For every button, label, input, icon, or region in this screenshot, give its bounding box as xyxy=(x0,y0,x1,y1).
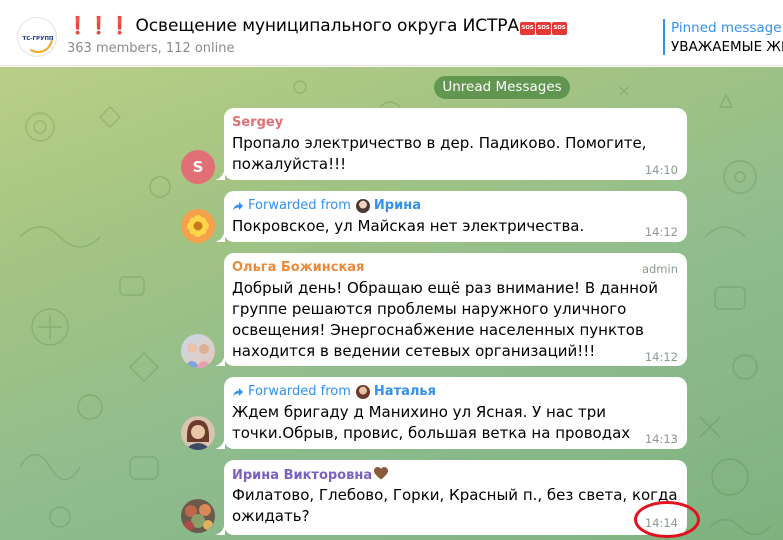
message-bubble[interactable]: Sergey Пропало электричество в дер. Пади… xyxy=(224,108,687,180)
message-bubble-forwarded[interactable]: Forwarded from Ирина Покровское, ул Майс… xyxy=(224,191,687,242)
message-text-line: Ждем бригаду д Манихино ул Ясная. У нас … xyxy=(232,403,607,421)
sender-avatar-irina-viktorovna[interactable] xyxy=(181,499,215,533)
message-bubble[interactable]: Ольга Божинская admin Добрый день! Обращ… xyxy=(224,253,687,366)
message-time: 14:12 xyxy=(644,225,678,239)
message-time: 14:12 xyxy=(644,350,678,364)
group-title-text: Освещение муниципального округа ИСТРА xyxy=(135,16,520,36)
message-text-line: группе решаются проблемы наружного уличн… xyxy=(232,300,627,318)
message-text-line: Филатово, Глебово, Горки, Красный п., бе… xyxy=(232,486,678,504)
exclamation-icons: ❗❗❗ xyxy=(67,16,131,36)
message-text-line: Добрый день! Обращаю ещё раз внимание! В… xyxy=(232,279,658,297)
avatar-letter: S xyxy=(192,158,204,176)
logo-text: ТС-ГРУПП xyxy=(22,36,53,42)
forwarded-label: Forwarded from xyxy=(248,384,351,399)
message-bubble-forwarded[interactable]: Forwarded from Наталья Ждем бригаду д Ма… xyxy=(224,377,687,449)
sender-avatar[interactable] xyxy=(181,416,215,450)
group-avatar[interactable]: ТС-ГРУПП xyxy=(17,17,57,57)
user-photo-icon xyxy=(184,504,213,531)
message-time: 14:13 xyxy=(644,432,678,446)
sender-name[interactable]: Ирина Викторовна xyxy=(232,467,389,483)
forward-arrow-icon xyxy=(233,387,243,397)
group-member-count: 363 members, 112 online xyxy=(67,41,235,56)
bubble-tail xyxy=(215,523,225,535)
bubble-tail xyxy=(215,354,225,366)
sender-name-text: Ирина Викторовна xyxy=(232,468,373,483)
message-bubble[interactable]: Ирина Викторовна Филатово, Глебово, Горк… xyxy=(224,460,687,535)
forwarded-user-name[interactable]: Наталья xyxy=(374,384,436,399)
sender-avatar[interactable] xyxy=(181,209,215,243)
group-title[interactable]: ❗❗❗ Освещение муниципального округа ИСТР… xyxy=(67,16,567,36)
sos-icon: SOS xyxy=(535,22,551,35)
forward-arrow-icon xyxy=(233,201,243,211)
message-time: 14:10 xyxy=(644,163,678,177)
message-text-line: освещения! Энергоснабжение населенных пу… xyxy=(232,321,644,339)
user-photo-icon xyxy=(185,420,211,450)
sender-avatar-olga[interactable] xyxy=(181,334,215,368)
forwarded-header[interactable]: Forwarded from Наталья xyxy=(232,384,436,399)
user-photo-icon xyxy=(184,343,212,368)
message-text-line: ожидать? xyxy=(232,507,310,525)
sender-avatar-sergey[interactable]: S xyxy=(181,150,215,184)
message-text-line: пожалуйста!!! xyxy=(232,155,347,173)
admin-badge: admin xyxy=(641,262,678,276)
message-list[interactable]: Unread Messages S Sergey Пропало электри… xyxy=(0,67,783,540)
pinned-message-preview[interactable]: УВАЖАЕМЫЕ ЖИ xyxy=(671,39,783,55)
sos-icon: SOS xyxy=(551,22,567,35)
group-logo-icon: ТС-ГРУПП xyxy=(22,23,54,53)
unread-messages-divider: Unread Messages xyxy=(434,76,570,99)
message-text-line: Пропало электричество в дер. Падиково. П… xyxy=(232,134,647,152)
brown-heart-icon xyxy=(374,467,389,480)
message-text-line: Покровское, ул Майская нет электричества… xyxy=(232,217,585,235)
sender-name[interactable]: Sergey xyxy=(232,115,283,130)
bubble-tail xyxy=(215,437,225,449)
bubble-tail xyxy=(215,230,225,242)
forwarded-user-avatar xyxy=(355,384,370,399)
forwarded-user-avatar xyxy=(355,198,370,213)
forwarded-header[interactable]: Forwarded from Ирина xyxy=(232,198,421,213)
forwarded-label: Forwarded from xyxy=(248,198,351,213)
chat-header[interactable]: ТС-ГРУПП ❗❗❗ Освещение муниципального ок… xyxy=(0,0,783,66)
message-text-line: точки.Обрыв, провис, большая ветка на пр… xyxy=(232,424,631,442)
highlight-circle-annotation xyxy=(634,501,700,538)
pinned-indicator-bar xyxy=(663,19,665,55)
pinned-message-title[interactable]: Pinned message xyxy=(671,20,782,36)
message-text-line: находится в ведении сетевых организаций!… xyxy=(232,342,596,360)
forwarded-user-name[interactable]: Ирина xyxy=(374,198,421,213)
flower-icon xyxy=(187,215,209,237)
sos-icon: SOS xyxy=(519,22,535,35)
bubble-tail xyxy=(215,168,225,180)
sender-name[interactable]: Ольга Божинская xyxy=(232,260,364,275)
